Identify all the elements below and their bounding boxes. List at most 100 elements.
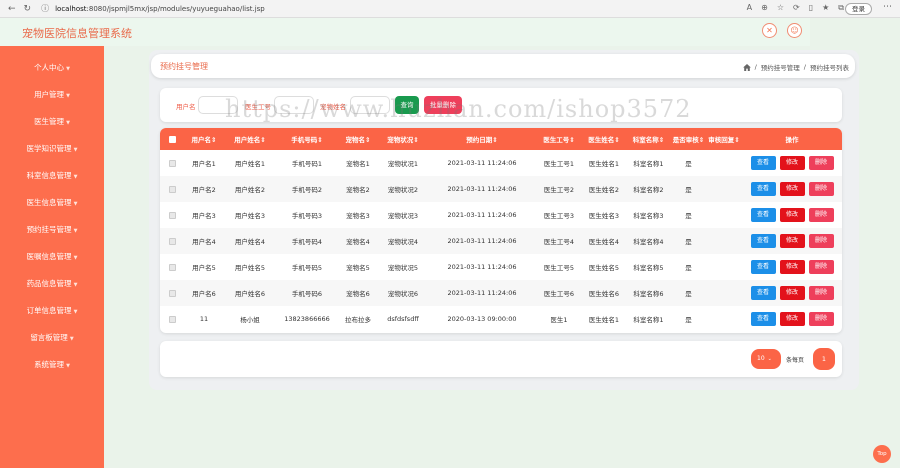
pet-name-input[interactable] — [350, 96, 390, 114]
table-cell-status: 宠物状况5 — [387, 264, 419, 272]
delete-button[interactable]: 删除 — [808, 286, 834, 300]
table-cell-date: 2021-03-11 11:24:06 — [447, 237, 517, 245]
row-checkbox[interactable] — [168, 263, 176, 271]
chevron-down-icon: ▼ — [73, 255, 78, 261]
row-checkbox[interactable] — [168, 315, 176, 323]
sidebar-item-system[interactable]: 系统管理 ▼ — [0, 357, 104, 373]
page-size-select[interactable]: 10 ⌄ — [751, 349, 781, 369]
breadcrumb-item[interactable]: 预约挂号管理 — [761, 62, 800, 72]
edit-button[interactable]: 修改 — [779, 234, 805, 248]
sidebar-item-doctors[interactable]: 医生管理 ▼ — [0, 114, 104, 130]
doctor-id-input[interactable] — [274, 96, 314, 114]
column-header[interactable]: 手机号码⇕ — [276, 128, 338, 150]
edit-button[interactable]: 修改 — [779, 260, 805, 274]
row-select-cell — [160, 150, 184, 176]
table-cell-phone: 手机号码1 — [291, 160, 323, 168]
row-checkbox[interactable] — [168, 237, 176, 245]
home-icon[interactable] — [742, 63, 751, 71]
sidebar-item-medicines[interactable]: 药品信息管理 ▼ — [0, 276, 104, 292]
row-checkbox[interactable] — [168, 185, 176, 193]
sidebar-item-prescriptions[interactable]: 医嘱信息管理 ▼ — [0, 249, 104, 265]
edit-button[interactable]: 修改 — [779, 182, 805, 196]
view-button[interactable]: 查看 — [750, 286, 776, 300]
delete-button[interactable]: 删除 — [808, 312, 834, 326]
login-button[interactable]: 登录 — [845, 3, 872, 15]
reload-icon[interactable]: ↻ — [24, 4, 32, 14]
back-icon[interactable]: ← — [8, 4, 16, 14]
edit-button[interactable]: 修改 — [779, 208, 805, 222]
view-button[interactable]: 查看 — [750, 260, 776, 274]
table-cell-doc-id: 医生工号5 — [543, 264, 575, 272]
sidebar-item-messages[interactable]: 留言板管理 ▼ — [0, 330, 104, 346]
actions-cell: 查看 修改 删除 — [742, 254, 842, 280]
select-all-checkbox[interactable] — [168, 135, 176, 143]
table-cell-name: 杨小姐 — [240, 316, 260, 324]
more-icon[interactable]: ⋯ — [883, 2, 892, 12]
collections-icon[interactable]: ⧉ — [838, 3, 844, 13]
logout-icon[interactable]: ✕ — [762, 23, 777, 38]
delete-button[interactable]: 删除 — [808, 234, 834, 248]
favorites-icon[interactable]: ★ — [822, 3, 829, 13]
column-header[interactable]: 是否审核⇕ — [671, 128, 706, 150]
table-cell-pet: 拉布拉多 — [345, 316, 371, 324]
actions-cell: 查看 修改 删除 — [742, 202, 842, 228]
chevron-down-icon: ▼ — [66, 93, 70, 99]
sidebar-item-medical-knowledge[interactable]: 医学知识管理 ▼ — [0, 141, 104, 157]
column-header[interactable]: 预约日期⇕ — [428, 128, 536, 150]
site-info-icon[interactable]: ⓘ — [41, 3, 49, 14]
table-cell-reply — [706, 254, 742, 280]
delete-button[interactable]: 删除 — [808, 260, 834, 274]
username-input[interactable] — [198, 96, 238, 114]
query-button[interactable]: 查询 — [395, 96, 419, 114]
row-checkbox[interactable] — [168, 211, 176, 219]
sidebar-item-label: 药品信息管理 — [26, 279, 72, 288]
sidebar-item-users[interactable]: 用户管理 ▼ — [0, 87, 104, 103]
sidebar-item-departments[interactable]: 科室信息管理 ▼ — [0, 168, 104, 184]
column-header[interactable]: 科室名称⇕ — [626, 128, 671, 150]
column-header[interactable]: 宠物名⇕ — [338, 128, 378, 150]
delete-button[interactable]: 删除 — [808, 208, 834, 222]
delete-button[interactable]: 删除 — [808, 156, 834, 170]
edit-button[interactable]: 修改 — [779, 156, 805, 170]
view-button[interactable]: 查看 — [750, 312, 776, 326]
column-header[interactable]: 用户名⇕ — [184, 128, 224, 150]
table-row: 用户名1 用户姓名1 手机号码1 宠物名1 宠物状况1 2021-03-11 11:24:… — [160, 150, 842, 176]
column-header[interactable]: 审核回复⇕ — [706, 128, 742, 150]
table-cell-name: 用户姓名3 — [234, 212, 266, 220]
page-size-label: 条每页 — [786, 357, 805, 364]
favorite-icon[interactable]: ☆ — [777, 3, 784, 13]
delete-button[interactable]: 删除 — [808, 182, 834, 196]
sidebar-item-label: 留言板管理 — [30, 333, 68, 342]
sidebar-item-appointments[interactable]: 预约挂号管理 ▼ — [0, 222, 104, 238]
table-cell-reply — [706, 150, 742, 176]
sidebar-item-label: 科室信息管理 — [26, 171, 72, 180]
user-icon[interactable]: ☺ — [787, 23, 802, 38]
view-button[interactable]: 查看 — [750, 156, 776, 170]
view-button[interactable]: 查看 — [750, 182, 776, 196]
column-header[interactable]: 医生工号⇕ — [536, 128, 582, 150]
address-bar[interactable]: localhost:8080/jspmjl5mx/jsp/modules/yuy… — [55, 5, 265, 13]
column-header[interactable]: 医生姓名⇕ — [582, 128, 626, 150]
column-header[interactable]: 用户姓名⇕ — [224, 128, 276, 150]
edit-button[interactable]: 修改 — [779, 312, 805, 326]
sidebar-item-personal-center[interactable]: 个人中心 ▼ — [0, 60, 104, 76]
batch-delete-button[interactable]: 批量删除 — [424, 96, 462, 114]
split-screen-icon[interactable]: ▯ — [809, 3, 813, 13]
row-select-cell — [160, 306, 184, 332]
sidebar-item-doctor-info[interactable]: 医生信息管理 ▼ — [0, 195, 104, 211]
page-number-button[interactable]: 1 — [813, 348, 835, 370]
zoom-icon[interactable]: ⊕ — [761, 3, 768, 13]
read-aloud-icon[interactable]: A — [747, 3, 752, 13]
table-cell-reply — [706, 176, 742, 202]
view-button[interactable]: 查看 — [750, 208, 776, 222]
sidebar-item-orders[interactable]: 订单信息管理 ▼ — [0, 303, 104, 319]
breadcrumb-separator: / — [803, 63, 806, 71]
back-to-top-button[interactable]: Top — [873, 445, 891, 463]
column-header[interactable]: 宠物状况⇕ — [378, 128, 428, 150]
edit-button[interactable]: 修改 — [779, 286, 805, 300]
view-button[interactable]: 查看 — [750, 234, 776, 248]
refresh-icon[interactable]: ⟳ — [793, 3, 800, 13]
table-cell-name: 用户姓名4 — [234, 238, 266, 246]
row-checkbox[interactable] — [168, 159, 176, 167]
row-checkbox[interactable] — [168, 289, 176, 297]
